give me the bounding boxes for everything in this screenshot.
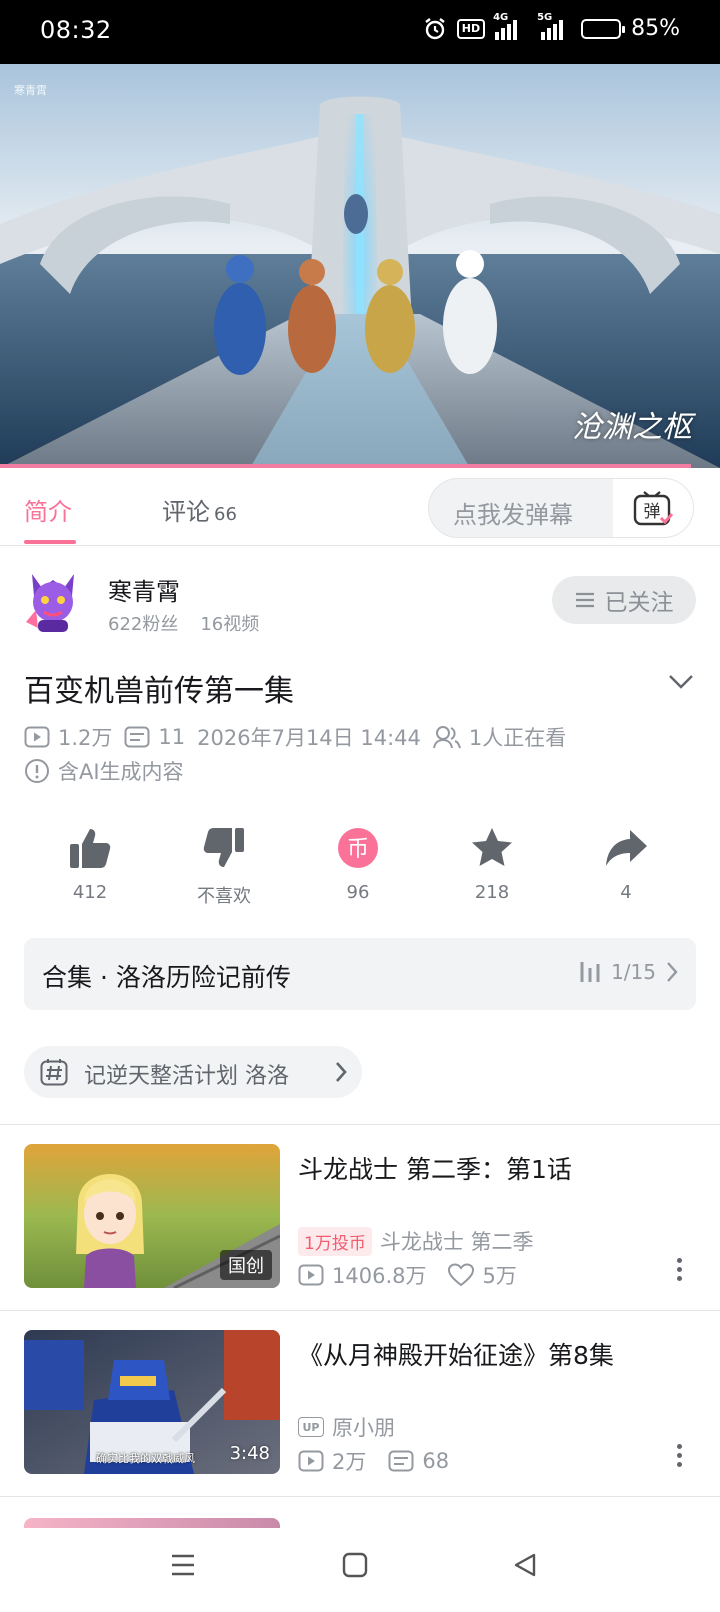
- svg-text:币: 币: [347, 837, 369, 862]
- battery-icon: [581, 18, 626, 39]
- menu-icon[interactable]: [170, 1552, 196, 1578]
- collection-progress: 1/15: [579, 960, 678, 984]
- thumb-badge: 国创: [220, 1250, 272, 1280]
- video-title: 百变机兽前传第一集: [24, 674, 294, 709]
- danmaku-toggle-button[interactable]: 弹: [613, 479, 693, 537]
- chevron-down-icon[interactable]: [668, 674, 694, 690]
- next-video-thumbnail-peek[interactable]: [24, 1518, 280, 1528]
- video-thumbnail[interactable]: 3:48 确实比我的双戟威风: [24, 1330, 280, 1474]
- video-player[interactable]: 寒青霄 沧渊之枢: [0, 64, 720, 468]
- tab-intro[interactable]: 简介: [24, 492, 72, 527]
- chevron-right-icon: [667, 962, 678, 982]
- coin-badge: 1万投币: [298, 1226, 372, 1256]
- info-icon: [25, 759, 49, 783]
- view-stat: 1.2万: [24, 722, 112, 752]
- status-icons: HD 4G 5G 85%: [423, 12, 680, 41]
- section-divider: [0, 1124, 720, 1125]
- recommended-stats: 2万 68: [298, 1446, 471, 1476]
- dislike-button[interactable]: 不喜欢: [176, 824, 272, 908]
- topic-hash-icon: [40, 1059, 68, 1086]
- topic-tag-text: 记逆天整活计划 洛洛: [84, 1064, 289, 1089]
- tab-active-indicator: [24, 540, 76, 544]
- watching-people-icon: [432, 726, 461, 749]
- hd-icon: HD: [456, 18, 486, 39]
- recommended-video-item[interactable]: 3:48 确实比我的双戟威风 《从月神殿开始征途》第8集 UP 原小朋 2万 6…: [0, 1330, 720, 1480]
- uploader-row: 寒青霄 622粉丝 16视频 已关注: [0, 560, 720, 650]
- danmaku-placeholder: 点我发弹幕: [453, 501, 573, 529]
- play-count-icon: [298, 1450, 324, 1472]
- recommended-source: UP 原小朋: [298, 1412, 395, 1442]
- recommended-video-item[interactable]: 国创 斗龙战士 第二季：第1话 1万投币 斗龙战士 第二季 1406.8万 5万: [0, 1144, 720, 1294]
- up-tag-icon: UP: [298, 1417, 324, 1437]
- heart-icon: [448, 1263, 475, 1287]
- danmaku-tv-icon: 弹: [633, 491, 674, 526]
- play-count-icon: [24, 726, 50, 748]
- like-button[interactable]: 412: [42, 824, 138, 903]
- play-count-icon: [298, 1264, 324, 1286]
- playlist-icon: [580, 962, 600, 982]
- home-icon[interactable]: [342, 1552, 368, 1578]
- alarm-icon: [423, 17, 447, 41]
- battery-percent: 85%: [631, 16, 680, 41]
- video-duration: 3:48: [229, 1443, 270, 1464]
- collection-title: 合集 · 洛洛历险记前传: [42, 963, 291, 992]
- back-icon[interactable]: [512, 1552, 538, 1578]
- video-stats: 1.2万 11 2026年7月14日 14:44 1人正在看: [24, 722, 578, 752]
- coin-button[interactable]: 币 96: [310, 824, 406, 903]
- coin-icon: 币: [338, 828, 378, 868]
- signal-4g-icon: 4G: [493, 12, 523, 40]
- menu-lines-icon: [575, 592, 594, 608]
- share-icon: [606, 830, 647, 866]
- thumb-caption: 确实比我的双戟威风: [96, 1452, 195, 1465]
- more-options-icon[interactable]: [676, 1444, 684, 1470]
- danmaku-count-icon: [388, 1450, 414, 1472]
- signal-5g-icon: 5G: [533, 12, 571, 40]
- watching-stat: 1人正在看: [432, 722, 566, 752]
- more-options-icon[interactable]: [676, 1258, 684, 1284]
- svg-text:弹: 弹: [644, 502, 661, 522]
- favorite-button[interactable]: 218: [444, 824, 540, 903]
- collection-bar[interactable]: 合集 · 洛洛历险记前传 1/15: [24, 938, 696, 1010]
- share-button[interactable]: 4: [578, 824, 674, 903]
- uploader-meta: 622粉丝 16视频: [108, 610, 259, 636]
- system-nav-bar: [0, 1528, 720, 1612]
- fans-count: 622粉丝: [108, 614, 179, 635]
- tab-comments[interactable]: 评论 66: [162, 492, 237, 527]
- action-bar: 412 不喜欢 币 96 218 4: [0, 824, 720, 907]
- video-watermark: 寒青霄: [14, 84, 47, 97]
- danmaku-stat: 11: [124, 725, 185, 749]
- avatar[interactable]: [24, 570, 82, 634]
- video-thumbnail[interactable]: 国创: [24, 1144, 280, 1288]
- follow-button[interactable]: 已关注: [552, 576, 696, 624]
- publish-date: 2026年7月14日 14:44: [197, 726, 421, 750]
- danmaku-count-icon: [124, 726, 150, 748]
- star-icon: [472, 828, 512, 866]
- follow-label: 已关注: [604, 590, 674, 616]
- thumbs-up-icon: [70, 829, 111, 868]
- status-bar: 08:32 HD 4G 5G 85%: [0, 0, 720, 64]
- chevron-right-icon: [336, 1062, 347, 1082]
- danmaku-input[interactable]: 点我发弹幕 弹: [428, 478, 694, 538]
- recommended-title[interactable]: 斗龙战士 第二季：第1话: [298, 1150, 698, 1186]
- section-divider: [0, 1496, 720, 1497]
- recommended-title[interactable]: 《从月神殿开始征途》第8集: [298, 1336, 698, 1372]
- video-count: 16视频: [200, 614, 260, 635]
- topic-tag-chip[interactable]: 记逆天整活计划 洛洛: [24, 1046, 362, 1098]
- ai-notice: 含AI生成内容: [24, 756, 184, 786]
- status-time: 08:32: [40, 16, 112, 44]
- thumbs-down-icon: [203, 828, 244, 867]
- tab-bar: 简介 评论 66 点我发弹幕 弹: [0, 468, 720, 546]
- recommended-stats: 1406.8万 5万: [298, 1260, 539, 1290]
- section-divider: [0, 1310, 720, 1311]
- uploader-name[interactable]: 寒青霄: [108, 572, 180, 607]
- brand-mark: 沧渊之枢: [572, 410, 692, 445]
- recommended-source: 1万投币 斗龙战士 第二季: [298, 1226, 534, 1256]
- comment-count: 66: [214, 504, 237, 525]
